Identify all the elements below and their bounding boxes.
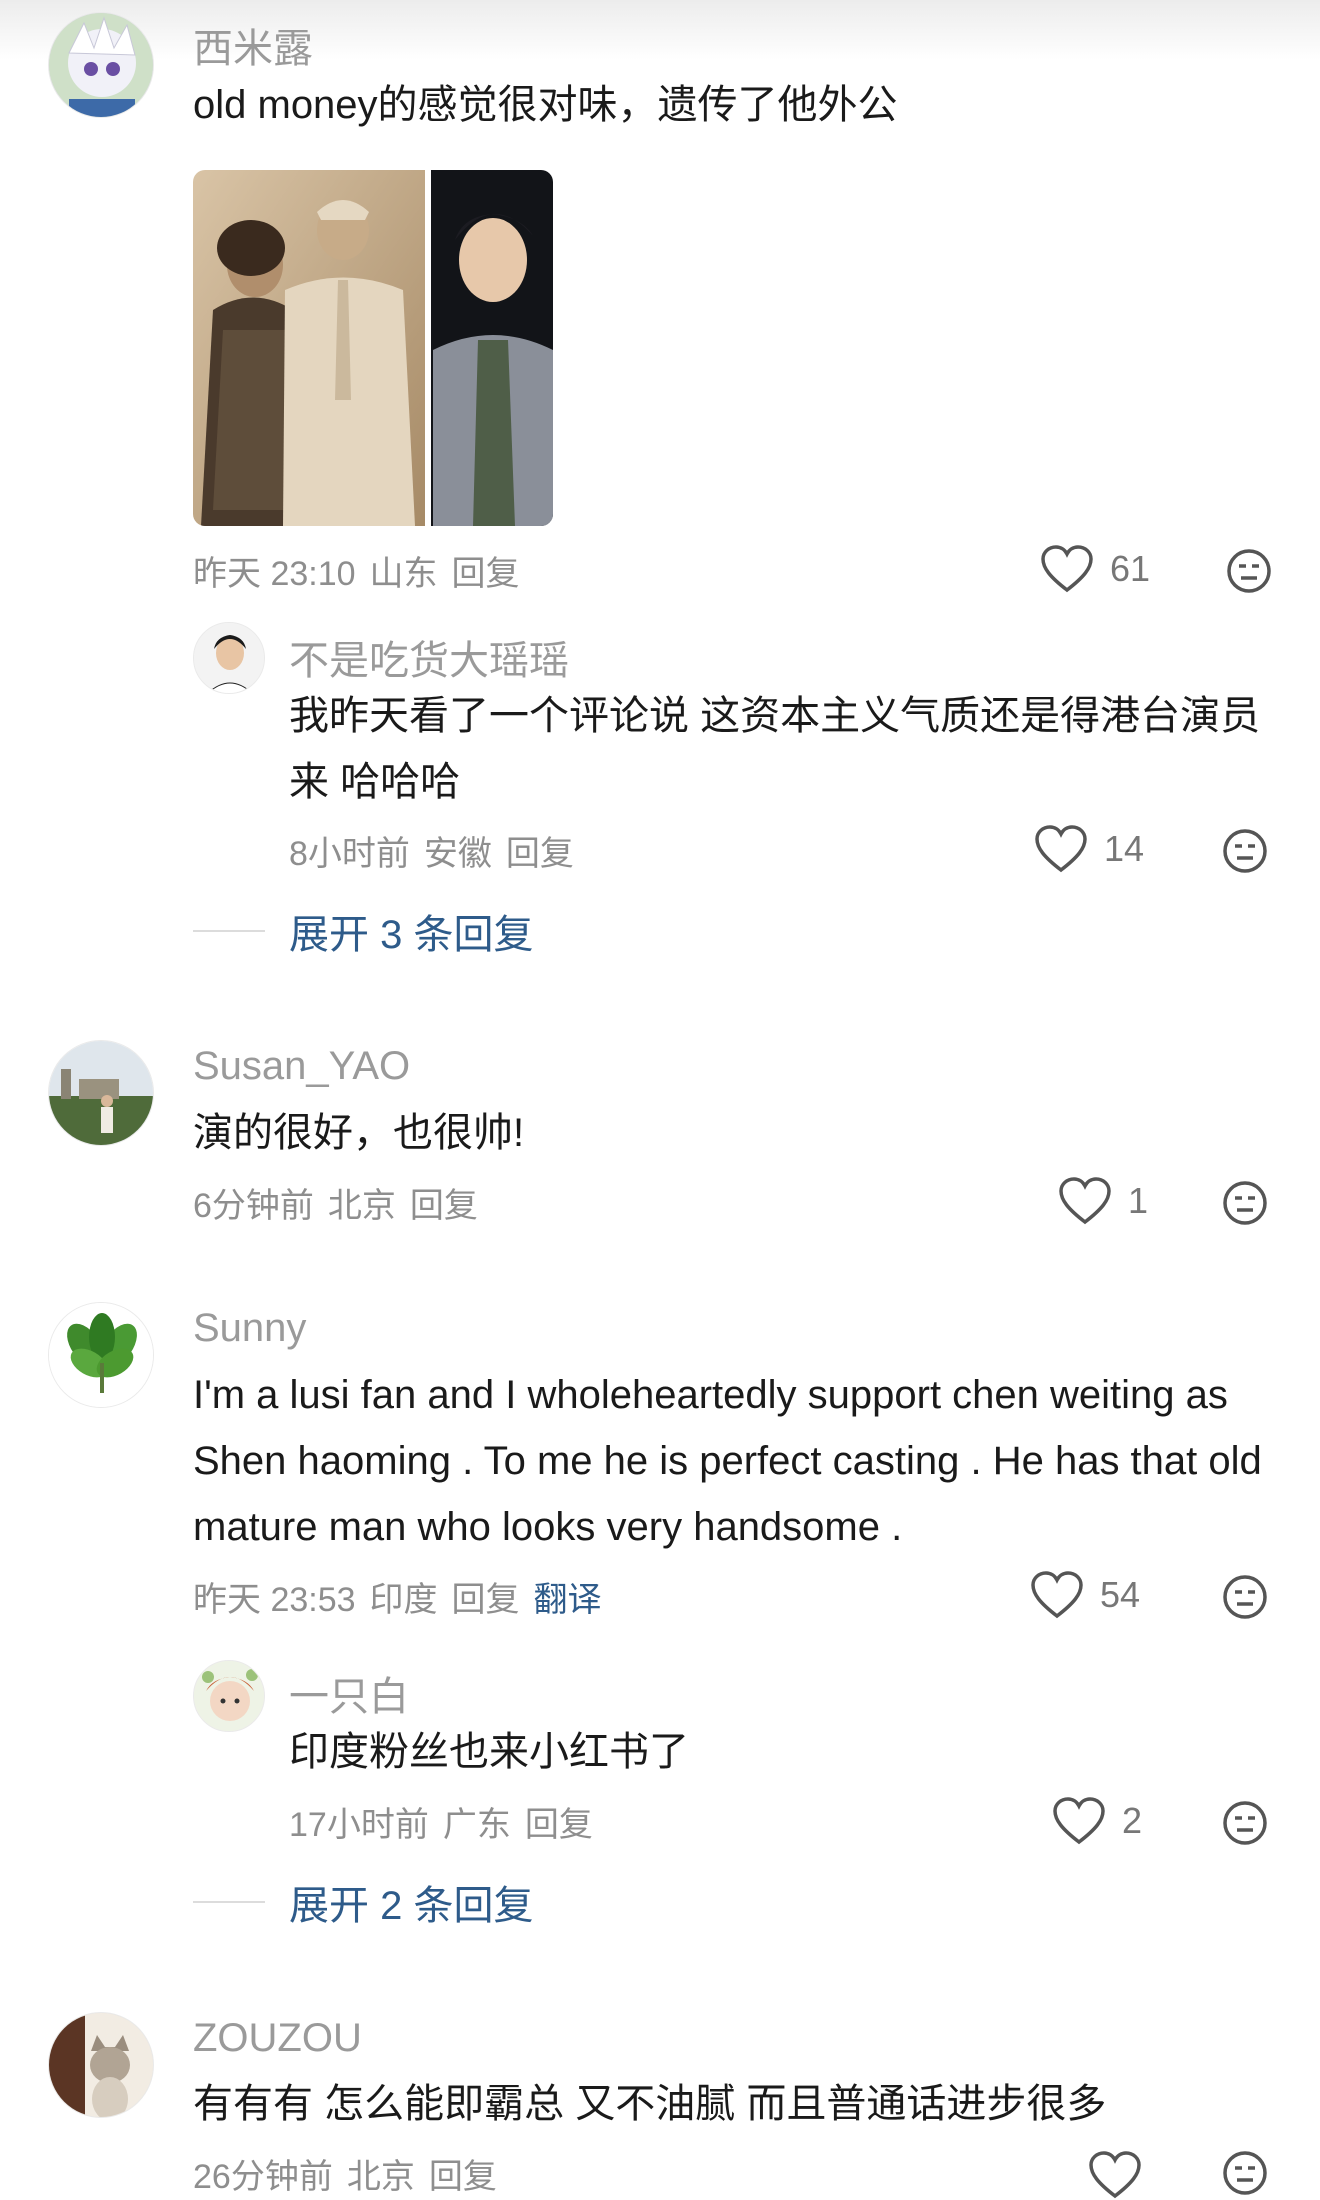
unamused-face-icon[interactable] [1222,1800,1268,1846]
avatar-sunny[interactable] [48,1302,154,1408]
translate-link[interactable]: 翻译 [534,1581,602,1619]
reply-time: 17小时前 [289,1806,429,1844]
reply-link[interactable]: 回复 [452,555,520,593]
comment-meta: 6分钟前 北京 回复 [193,1178,492,1227]
comment-time: 昨天 23:53 [193,1581,356,1619]
divider [193,930,265,932]
like-button[interactable]: 54 [1030,1570,1140,1620]
reply-text: 我昨天看了一个评论说 这资本主义气质还是得港台演员来 哈哈哈 [289,694,1261,804]
comment-username[interactable]: ZOUZOU [193,2016,362,2061]
landscape-avatar-icon [49,1041,153,1145]
reply-meta: 8小时前 安徽 回复 [289,826,588,875]
unamused-face-icon[interactable] [1222,1180,1268,1226]
avatar-reply[interactable] [193,622,265,694]
comment-meta: 26分钟前 北京 回复 [193,2149,511,2198]
avatar-susan[interactable] [48,1040,154,1146]
comment-username[interactable]: Susan_YAO [193,1044,410,1089]
unamused-face-icon[interactable] [1222,2150,1268,2196]
comment-photo[interactable] [193,170,553,526]
reply-text: 印度粉丝也来小红书了 [289,1730,689,1774]
avatar-reply[interactable] [193,1660,265,1732]
cartoon-avatar-icon [194,1661,264,1731]
comment-time: 昨天 23:10 [193,555,356,593]
reply-link[interactable]: 回复 [525,1806,593,1844]
expand-replies-button[interactable]: 展开 2 条回复 [193,1873,533,1931]
vintage-photo-collage-image [193,170,553,526]
like-button[interactable]: 1 [1058,1176,1148,1226]
leaf-avatar-icon [49,1303,153,1407]
heart-outline-icon [1089,2151,1141,2199]
heart-outline-icon [1041,545,1093,593]
like-count: 54 [1100,1574,1141,1615]
comment-time: 6分钟前 [193,1187,314,1225]
comment-meta: 昨天 23:10 山东 回复 [193,546,534,595]
reply-link[interactable]: 回复 [506,835,574,873]
comment-location: 山东 [369,555,438,593]
avatar-ximilu[interactable] [48,12,154,118]
reply-link[interactable]: 回复 [410,1187,478,1225]
reply-username[interactable]: 一只白 [289,1664,409,1722]
comment-username[interactable]: 西米露 [193,16,313,74]
heart-outline-icon [1059,1177,1111,1225]
comment-location: 北京 [327,1187,396,1225]
unamused-face-icon[interactable] [1222,1574,1268,1620]
comment-text: I'm a lusi fan and I wholeheartedly supp… [193,1373,1262,1549]
like-count: 14 [1104,828,1145,869]
reply-username[interactable]: 不是吃货大瑶瑶 [289,628,569,686]
like-button[interactable]: 61 [1040,544,1150,594]
like-button[interactable]: 2 [1052,1796,1142,1846]
comment-username[interactable]: Sunny [193,1306,306,1351]
comment-text: 有有有 怎么能即霸总 又不油腻 而且普通话进步很多 [193,2082,1107,2126]
reply-time: 8小时前 [289,835,410,873]
reply-location: 广东 [442,1806,511,1844]
expand-replies-label: 展开 3 条回复 [289,913,534,957]
heart-outline-icon [1031,1571,1083,1619]
person-avatar-icon [194,623,264,693]
reply-location: 安徽 [423,835,492,873]
cat-avatar-icon [49,2013,153,2117]
like-button[interactable] [1088,2150,1158,2200]
heart-outline-icon [1053,1797,1105,1845]
divider [193,1901,265,1903]
unamused-face-icon[interactable] [1222,828,1268,874]
reply-link[interactable]: 回复 [452,1581,520,1619]
like-count: 2 [1122,1800,1143,1841]
comment-location: 印度 [369,1581,438,1619]
comment-text: 演的很好，也很帅! [193,1111,525,1155]
like-button[interactable]: 14 [1034,824,1144,874]
reply-link[interactable]: 回复 [429,2158,497,2196]
anime-avatar-icon [49,13,153,117]
comment-meta: 昨天 23:53 印度 回复 翻译 [193,1572,616,1621]
like-count: 61 [1110,548,1151,589]
expand-replies-button[interactable]: 展开 3 条回复 [193,902,533,960]
unamused-face-icon[interactable] [1226,548,1272,594]
like-count: 1 [1128,1180,1149,1221]
reply-meta: 17小时前 广东 回复 [289,1797,607,1846]
comment-text: old money的感觉很对味，遗传了他外公 [193,83,898,127]
avatar-zouzou[interactable] [48,2012,154,2118]
comment-location: 北京 [346,2158,415,2196]
expand-replies-label: 展开 2 条回复 [289,1884,534,1928]
heart-outline-icon [1035,825,1087,873]
comment-time: 26分钟前 [193,2158,333,2196]
